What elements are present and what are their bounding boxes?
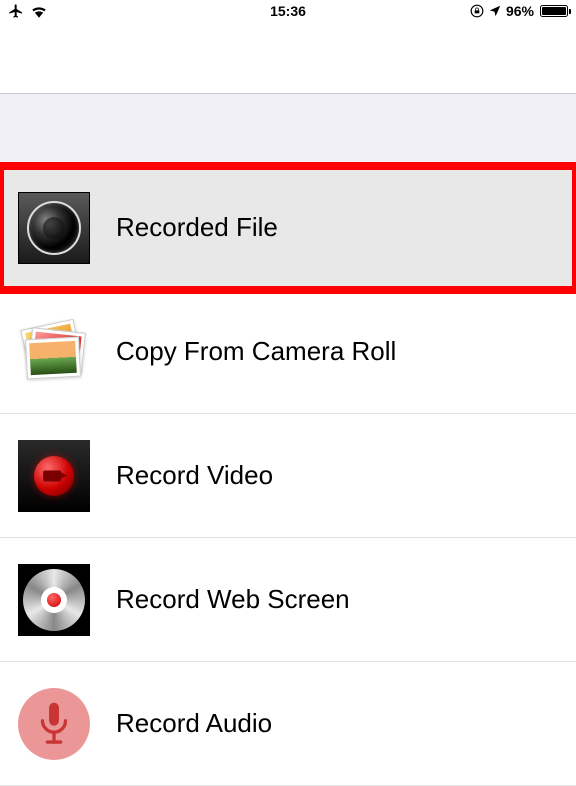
menu-item-record-web-screen[interactable]: Record Web Screen — [0, 538, 576, 662]
status-bar: 15:36 96% — [0, 0, 576, 22]
nav-bar — [0, 22, 576, 94]
orientation-lock-icon — [470, 4, 484, 18]
menu-item-copy-camera-roll[interactable]: Copy From Camera Roll — [0, 290, 576, 414]
microphone-icon — [18, 688, 90, 760]
status-left — [8, 3, 48, 19]
menu-item-label: Recorded File — [116, 212, 278, 243]
battery-icon — [540, 5, 568, 17]
wifi-icon — [30, 4, 48, 18]
menu-item-recorded-file[interactable]: Recorded File — [0, 166, 576, 290]
camera-lens-icon — [18, 192, 90, 264]
location-icon — [488, 4, 502, 18]
photo-stack-icon — [18, 316, 90, 388]
content-spacer — [0, 94, 576, 166]
menu-item-label: Record Web Screen — [116, 584, 350, 615]
menu-list: Recorded File Copy From Camera Roll Reco… — [0, 166, 576, 786]
menu-item-label: Record Video — [116, 460, 273, 491]
disc-icon — [18, 564, 90, 636]
menu-item-record-audio[interactable]: Record Audio — [0, 662, 576, 786]
status-right: 96% — [470, 3, 568, 19]
battery-percentage: 96% — [506, 3, 534, 19]
menu-item-label: Copy From Camera Roll — [116, 336, 396, 367]
status-time: 15:36 — [270, 3, 306, 19]
record-video-icon — [18, 440, 90, 512]
menu-item-label: Record Audio — [116, 708, 272, 739]
airplane-mode-icon — [8, 3, 24, 19]
menu-item-record-video[interactable]: Record Video — [0, 414, 576, 538]
